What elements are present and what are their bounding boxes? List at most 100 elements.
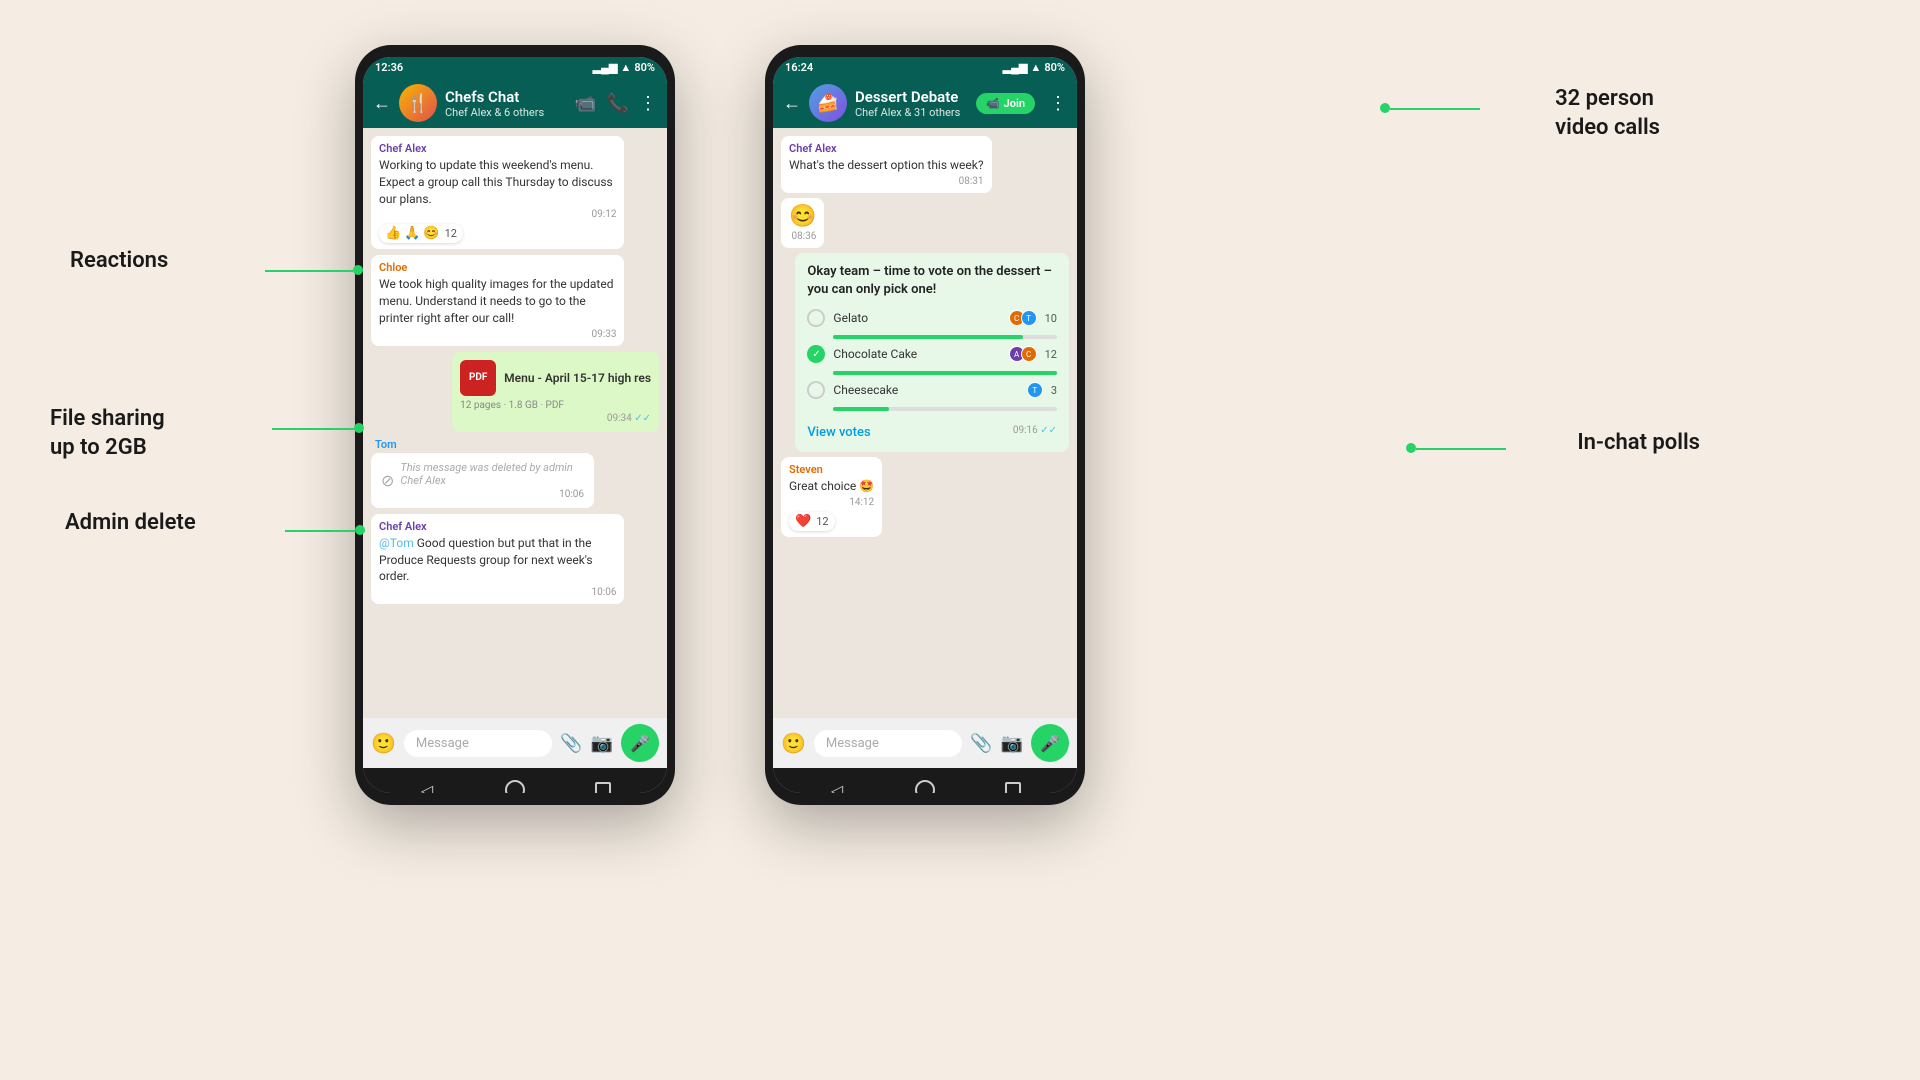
- sender-1: Chef Alex: [379, 142, 616, 155]
- admin-delete-dot: [355, 525, 365, 535]
- deleted-sender: Tom: [371, 438, 624, 451]
- phone-2: 16:24 ▂▄▆ ▲ 80% ← 🍰 Dessert Debate Chef …: [765, 45, 1085, 805]
- deleted-icon: ⊘: [381, 471, 394, 490]
- poll-option-row-3[interactable]: Cheesecake T 3: [807, 381, 1057, 399]
- poll-bar-fill-2: [833, 371, 1057, 375]
- video-calls-line: [1390, 108, 1480, 110]
- reaction-thumbs: 👍: [385, 226, 401, 241]
- poll-msg: Okay team – time to vote on the dessert …: [795, 253, 1069, 452]
- camera-button-1[interactable]: 📷: [591, 733, 613, 754]
- menu-icon-2[interactable]: ⋮: [1049, 93, 1067, 114]
- reaction-count-1: 12: [445, 227, 457, 240]
- phone-1: 12:36 ▂▄▆ ▲ 80% ← 🍴 Chefs Chat Chef Alex…: [355, 45, 675, 805]
- video-calls-line1: 32 person: [1555, 86, 1654, 111]
- battery-1: 80%: [634, 61, 655, 74]
- poll-avatars-1: C T: [1013, 310, 1037, 326]
- deleted-text: This message was deleted by admin Chef A…: [400, 461, 584, 487]
- poll-checks: ✓✓: [1040, 425, 1057, 436]
- home-nav-2[interactable]: [913, 778, 937, 793]
- emoji-button-1[interactable]: 🙂: [371, 731, 396, 755]
- poll-count-1: 10: [1045, 312, 1057, 325]
- file-meta: 12 pages · 1.8 GB · PDF: [460, 400, 651, 411]
- msg-time-p2-2: 08:36: [789, 231, 816, 242]
- message-input-2[interactable]: Message: [814, 730, 962, 757]
- msg-text-2: We took high quality images for the upda…: [379, 276, 616, 326]
- recent-nav-1[interactable]: [591, 778, 615, 793]
- sender-5: Chef Alex: [379, 520, 616, 533]
- reactions-dot: [353, 265, 363, 275]
- poll-option-row-2[interactable]: ✓ Chocolate Cake A C 12: [807, 345, 1057, 363]
- back-nav-2[interactable]: ◁: [825, 778, 849, 793]
- back-button-2[interactable]: ←: [783, 93, 801, 114]
- back-nav-1[interactable]: ◁: [415, 778, 439, 793]
- view-votes-btn[interactable]: View votes: [807, 417, 870, 442]
- poll-av-3a: T: [1027, 382, 1043, 398]
- message-input-1[interactable]: Message: [404, 730, 552, 757]
- status-icons-1: ▂▄▆ ▲ 80%: [593, 61, 655, 74]
- menu-icon-1[interactable]: ⋮: [639, 93, 657, 114]
- poll-option-row-1[interactable]: Gelato C T 10: [807, 309, 1057, 327]
- sender-p2-4: Steven: [789, 463, 874, 476]
- chat-subtitle-1: Chef Alex & 6 others: [445, 106, 566, 119]
- msg-p2-2: 😊 08:36: [781, 198, 824, 248]
- camera-button-2[interactable]: 📷: [1001, 733, 1023, 754]
- msg-time-5: 10:06: [379, 587, 616, 598]
- back-button-1[interactable]: ←: [373, 93, 391, 114]
- home-nav-1[interactable]: [503, 778, 527, 793]
- checkmarks: ✓✓: [634, 413, 651, 424]
- attach-button-1[interactable]: 📎: [560, 733, 582, 754]
- poll-radio-1: [807, 309, 825, 327]
- join-button[interactable]: 📹 Join: [976, 93, 1035, 114]
- input-bar-2: 🙂 Message 📎 📷 🎤: [773, 718, 1077, 768]
- file-title: Menu - April 15-17 high res: [504, 371, 651, 385]
- file-sharing-dot: [354, 423, 364, 433]
- msg-text-1: Working to update this weekend's menu. E…: [379, 157, 616, 207]
- input-bar-1: 🙂 Message 📎 📷 🎤: [363, 718, 667, 768]
- time-2: 16:24: [785, 61, 813, 74]
- battery-2: 80%: [1044, 61, 1065, 74]
- msg-p2-1: Chef Alex What's the dessert option this…: [781, 136, 992, 193]
- poll-bar-bg-1: [833, 335, 1057, 339]
- emoji-button-2[interactable]: 🙂: [781, 731, 806, 755]
- deleted-time: 10:06: [400, 489, 584, 500]
- wifi-icon-2: ▲: [1030, 61, 1041, 74]
- avatar-1: 🍴: [399, 84, 437, 122]
- header-bar-2: ← 🍰 Dessert Debate Chef Alex & 31 others…: [773, 78, 1077, 128]
- reaction-smile: 😊: [423, 226, 439, 241]
- reaction-pray: 🙏: [404, 226, 420, 241]
- reactions-label: Reactions: [70, 248, 168, 273]
- header-info-2: Dessert Debate Chef Alex & 31 others: [855, 88, 968, 119]
- reaction-heart: ❤️: [795, 514, 811, 529]
- msg-time-1: 09:12: [379, 209, 616, 220]
- status-icons-2: ▂▄▆ ▲ 80%: [1003, 61, 1065, 74]
- msg-time-2: 09:33: [379, 329, 616, 340]
- file-name: Menu - April 15-17 high res: [504, 371, 651, 385]
- file-sharing-line1: File sharing: [50, 406, 165, 431]
- msg-text-5: @Tom Good question but put that in the P…: [379, 535, 616, 585]
- deleted-msg: ⊘ This message was deleted by admin Chef…: [371, 453, 594, 508]
- poll-bar-fill-3: [833, 407, 889, 411]
- recent-nav-2[interactable]: [1001, 778, 1025, 793]
- file-sharing-annotation: File sharing up to 2GB: [50, 405, 165, 462]
- mic-button-2[interactable]: 🎤: [1031, 724, 1069, 762]
- status-bar-1: 12:36 ▂▄▆ ▲ 80%: [363, 57, 667, 78]
- reaction-count-p2-4: 12: [816, 515, 828, 528]
- poll-avatars-2: A C: [1013, 346, 1037, 362]
- chat-area-1: Chef Alex Working to update this weekend…: [363, 128, 667, 718]
- msg-text-p2-1: What's the dessert option this week?: [789, 157, 984, 174]
- call-icon-1[interactable]: 📞: [607, 93, 629, 114]
- video-calls-annotation: 32 person video calls: [1555, 85, 1660, 142]
- home-circle-1: [505, 780, 525, 793]
- admin-delete-line: [285, 530, 355, 532]
- signal-icon-2: ▂▄▆: [1003, 61, 1028, 74]
- reactions-line: [265, 270, 353, 272]
- attach-button-2[interactable]: 📎: [970, 733, 992, 754]
- poll-right-3: T 3: [1031, 382, 1057, 398]
- mic-button-1[interactable]: 🎤: [621, 724, 659, 762]
- video-icon-1[interactable]: 📹: [574, 93, 596, 114]
- wifi-icon: ▲: [620, 61, 631, 74]
- file-header: PDF Menu - April 15-17 high res: [460, 360, 651, 396]
- msg-time-p2-4: 14:12: [789, 497, 874, 508]
- poll-av-1b: T: [1021, 310, 1037, 326]
- chat-title-1: Chefs Chat: [445, 88, 566, 106]
